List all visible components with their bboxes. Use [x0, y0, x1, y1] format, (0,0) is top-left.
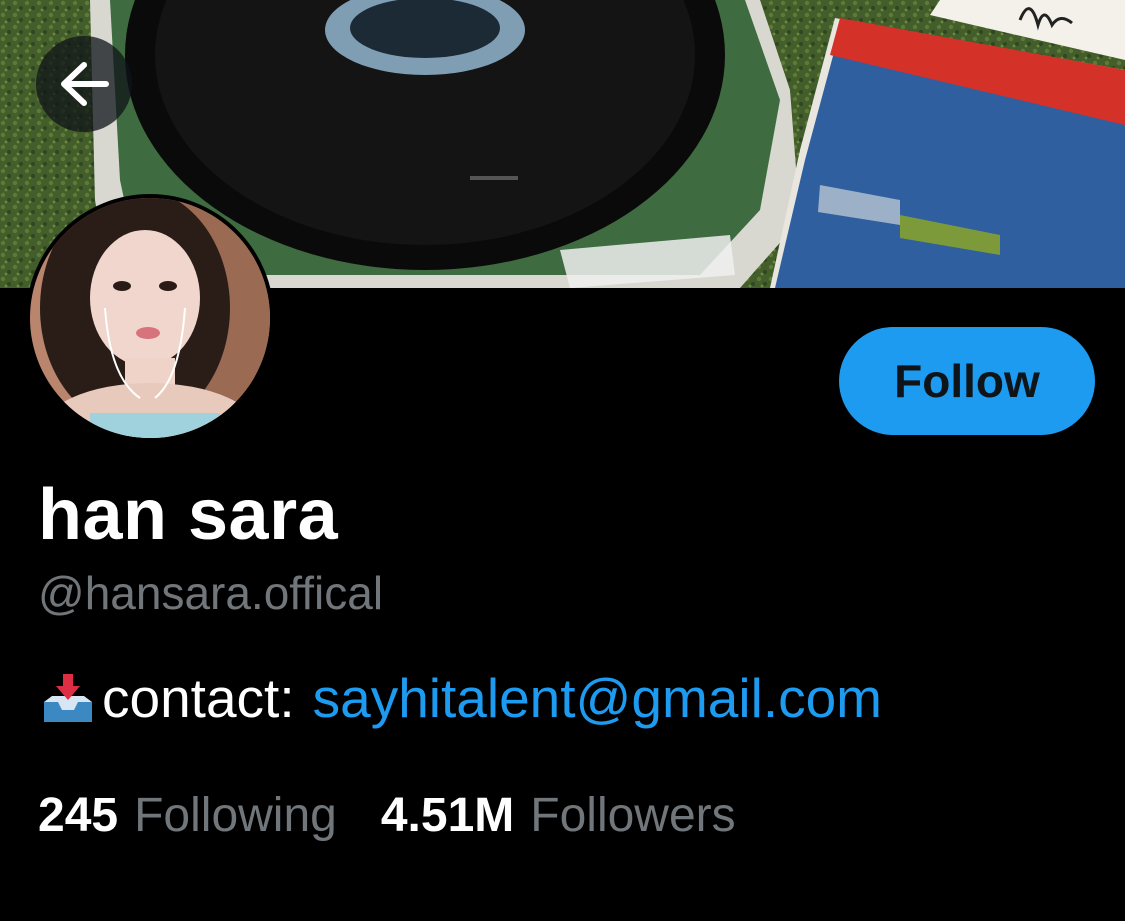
- display-name: han sara: [38, 475, 339, 555]
- follow-button[interactable]: Follow: [839, 327, 1095, 435]
- profile-bio: contact: sayhitalent@gmail.com: [38, 666, 882, 730]
- inbox-tray-icon: [38, 668, 98, 728]
- bio-prefix: contact:: [102, 667, 295, 729]
- avatar-photo: [30, 198, 270, 438]
- arrow-left-icon: [61, 62, 109, 106]
- followers-stat[interactable]: 4.51M Followers: [381, 788, 736, 843]
- following-stat[interactable]: 245 Following: [38, 788, 337, 843]
- avatar[interactable]: [26, 194, 274, 442]
- followers-label: Followers: [530, 789, 736, 842]
- following-count: 245: [38, 789, 119, 842]
- email-link[interactable]: sayhitalent@gmail.com: [313, 666, 882, 730]
- follow-stats: 245 Following 4.51M Followers: [38, 788, 736, 843]
- back-button[interactable]: [36, 36, 132, 132]
- followers-count: 4.51M: [380, 789, 515, 842]
- following-label: Following: [134, 789, 337, 842]
- user-handle: @hansara.offical: [38, 567, 384, 619]
